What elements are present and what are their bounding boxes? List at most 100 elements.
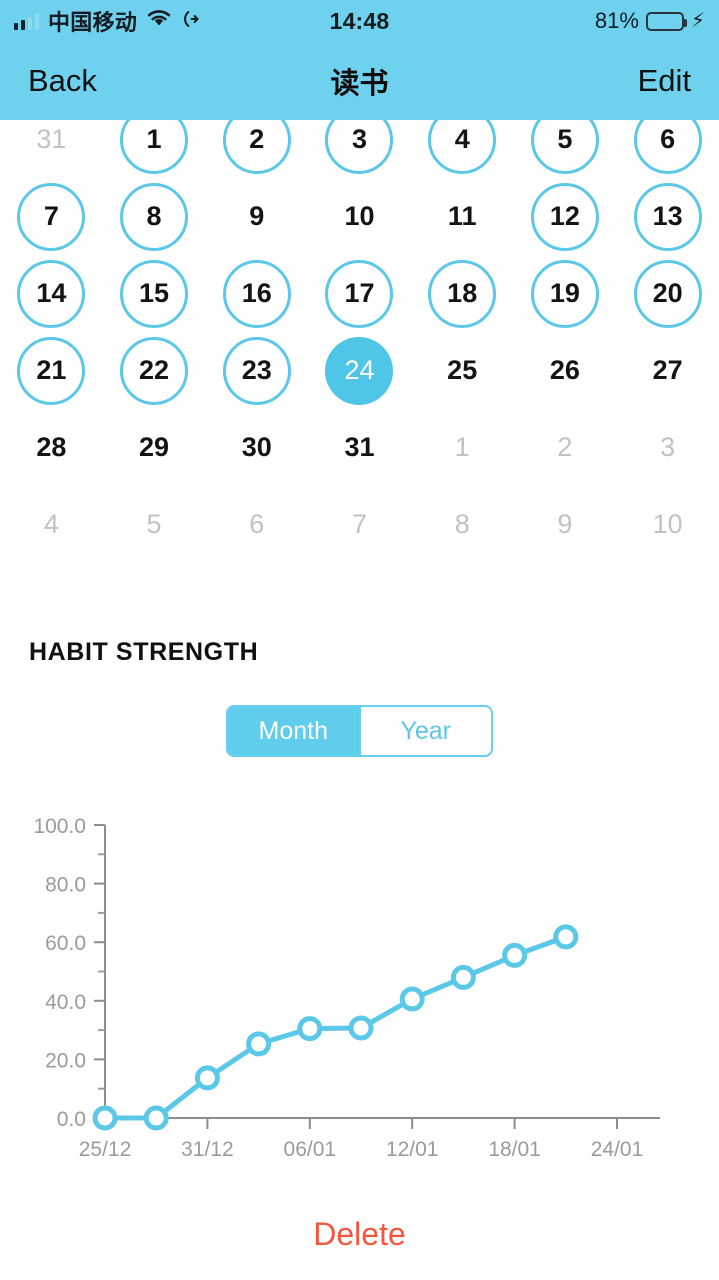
calendar-day-cell[interactable]: 11 [411, 178, 514, 255]
calendar-day-cell[interactable]: 28 [0, 409, 103, 486]
x-axis-tick-label: 24/01 [591, 1138, 644, 1161]
delete-button[interactable]: Delete [0, 1189, 719, 1280]
calendar-day-cell[interactable]: 23 [205, 332, 308, 409]
calendar-day-cell[interactable]: 26 [514, 332, 617, 409]
calendar-day-cell[interactable]: 17 [308, 255, 411, 332]
calendar-day[interactable]: 27 [634, 337, 702, 405]
calendar-day[interactable]: 25 [428, 337, 496, 405]
calendar-day-cell[interactable]: 1 [411, 409, 514, 486]
calendar-day-cell[interactable]: 27 [616, 332, 719, 409]
calendar-day-cell[interactable]: 8 [103, 178, 206, 255]
calendar-day-cell[interactable]: 18 [411, 255, 514, 332]
calendar-day[interactable]: 8 [428, 491, 496, 559]
calendar-day-cell[interactable]: 29 [103, 409, 206, 486]
calendar-day-cell[interactable]: 31 [0, 120, 103, 178]
calendar-day-label: 5 [557, 124, 573, 154]
calendar-day[interactable]: 12 [530, 182, 599, 251]
calendar-day-cell[interactable]: 3 [616, 409, 719, 486]
calendar-day[interactable]: 3 [634, 414, 702, 482]
calendar-day-cell[interactable]: 7 [0, 178, 103, 255]
calendar-day[interactable]: 22 [120, 336, 189, 405]
calendar-day[interactable]: 6 [633, 120, 702, 174]
calendar-day-cell[interactable]: 5 [514, 120, 617, 178]
calendar-day-cell[interactable]: 19 [514, 255, 617, 332]
calendar-day[interactable]: 18 [428, 259, 497, 328]
segment-month[interactable]: Month [228, 707, 359, 755]
calendar-day[interactable]: 11 [428, 183, 496, 251]
calendar-day-label: 14 [36, 278, 67, 308]
calendar-day[interactable]: 15 [120, 259, 189, 328]
calendar-day-cell[interactable]: 3 [308, 120, 411, 178]
calendar-day-cell[interactable]: 16 [205, 255, 308, 332]
calendar-day[interactable]: 7 [17, 182, 86, 251]
calendar-day[interactable]: 10 [325, 183, 393, 251]
chart-line [102, 934, 569, 1121]
calendar-day-cell[interactable]: 6 [205, 486, 308, 560]
calendar-day[interactable]: 26 [531, 337, 599, 405]
calendar-day-cell[interactable]: 4 [0, 486, 103, 560]
calendar-day-label: 19 [549, 278, 580, 308]
calendar-day[interactable]: 6 [223, 491, 291, 559]
calendar-day[interactable]: 9 [223, 183, 291, 251]
calendar-day-cell[interactable]: 31 [308, 409, 411, 486]
calendar-day-cell[interactable]: 13 [616, 178, 719, 255]
calendar-day[interactable]: 4 [428, 120, 497, 174]
calendar-day[interactable]: 4 [17, 491, 85, 559]
calendar-day-cell[interactable]: 2 [205, 120, 308, 178]
calendar-day-label: 24 [344, 355, 375, 385]
calendar-day-cell[interactable]: 9 [514, 486, 617, 560]
calendar-day-cell[interactable]: 2 [514, 409, 617, 486]
calendar-day[interactable]: 10 [634, 491, 702, 559]
calendar-day[interactable]: 7 [325, 491, 393, 559]
calendar-day-cell[interactable]: 22 [103, 332, 206, 409]
calendar-day[interactable]: 16 [222, 259, 291, 328]
calendar-day[interactable]: 21 [17, 336, 86, 405]
calendar-day[interactable]: 17 [325, 259, 394, 328]
calendar-day[interactable]: 5 [530, 120, 599, 174]
calendar-day-cell[interactable]: 25 [411, 332, 514, 409]
calendar-day[interactable]: 23 [222, 336, 291, 405]
calendar-day-cell[interactable]: 8 [411, 486, 514, 560]
calendar-day-cell[interactable]: 21 [0, 332, 103, 409]
calendar-day-cell[interactable]: 6 [616, 120, 719, 178]
calendar-day[interactable]: 5 [120, 491, 188, 559]
calendar-day[interactable]: 13 [633, 182, 702, 251]
calendar-day[interactable]: 2 [531, 414, 599, 482]
calendar-day[interactable]: 31 [17, 120, 85, 174]
calendar-day-cell[interactable]: 5 [103, 486, 206, 560]
calendar-day-cell[interactable]: 15 [103, 255, 206, 332]
calendar-day[interactable]: 14 [17, 259, 86, 328]
chart-data-point [297, 1016, 323, 1042]
calendar-day-selected[interactable]: 24 [325, 336, 394, 405]
calendar-day-label: 23 [241, 355, 272, 385]
calendar-day-cell[interactable]: 9 [205, 178, 308, 255]
calendar-day[interactable]: 2 [222, 120, 291, 174]
calendar-day-label: 22 [139, 355, 170, 385]
calendar-day-label: 6 [249, 509, 265, 539]
calendar-day[interactable]: 28 [17, 414, 85, 482]
calendar-day[interactable]: 9 [531, 491, 599, 559]
chart-data-point [502, 942, 528, 968]
calendar-day-cell[interactable]: 1 [103, 120, 206, 178]
y-axis-tick-label: 60.0 [45, 932, 86, 955]
calendar-day-cell[interactable]: 20 [616, 255, 719, 332]
calendar-day-cell[interactable]: 4 [411, 120, 514, 178]
calendar-day[interactable]: 3 [325, 120, 394, 174]
calendar-day[interactable]: 20 [633, 259, 702, 328]
calendar-day[interactable]: 30 [223, 414, 291, 482]
calendar-day-cell[interactable]: 14 [0, 255, 103, 332]
calendar-day-cell[interactable]: 10 [616, 486, 719, 560]
calendar-day[interactable]: 19 [530, 259, 599, 328]
calendar-day[interactable]: 31 [325, 414, 393, 482]
calendar-day[interactable]: 8 [120, 182, 189, 251]
calendar-day-cell[interactable]: 24 [308, 332, 411, 409]
calendar-day[interactable]: 1 [120, 120, 189, 174]
calendar-day-cell[interactable]: 12 [514, 178, 617, 255]
calendar-day[interactable]: 1 [428, 414, 496, 482]
segment-year[interactable]: Year [358, 707, 492, 755]
calendar-day-cell[interactable]: 7 [308, 486, 411, 560]
period-segmented-control[interactable]: Month Year [226, 705, 493, 757]
calendar-day-cell[interactable]: 10 [308, 178, 411, 255]
calendar-day[interactable]: 29 [120, 414, 188, 482]
calendar-day-cell[interactable]: 30 [205, 409, 308, 486]
